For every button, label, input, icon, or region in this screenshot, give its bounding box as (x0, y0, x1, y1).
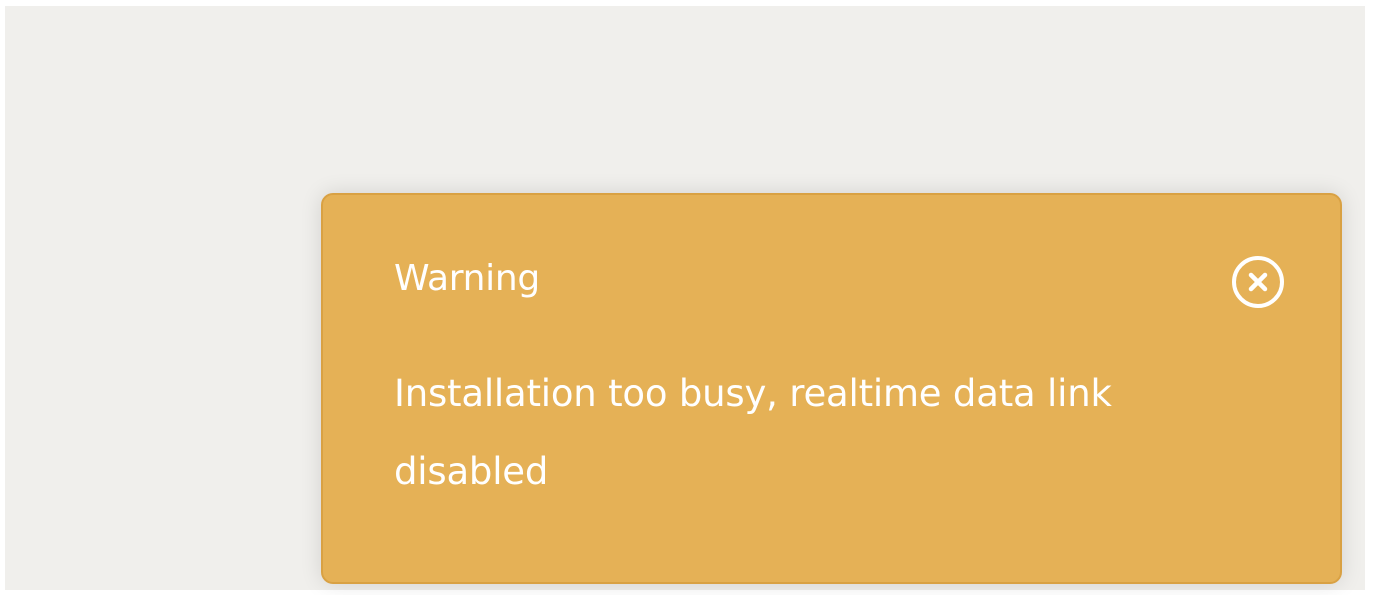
close-notification-button[interactable] (1231, 255, 1285, 309)
close-circle-icon (1231, 255, 1285, 309)
page-background: Warning Installation too busy, realtime … (5, 6, 1365, 590)
notification-title: Warning (394, 258, 540, 299)
warning-notification: Warning Installation too busy, realtime … (321, 193, 1342, 584)
notification-message: Installation too busy, realtime data lin… (394, 372, 1112, 493)
